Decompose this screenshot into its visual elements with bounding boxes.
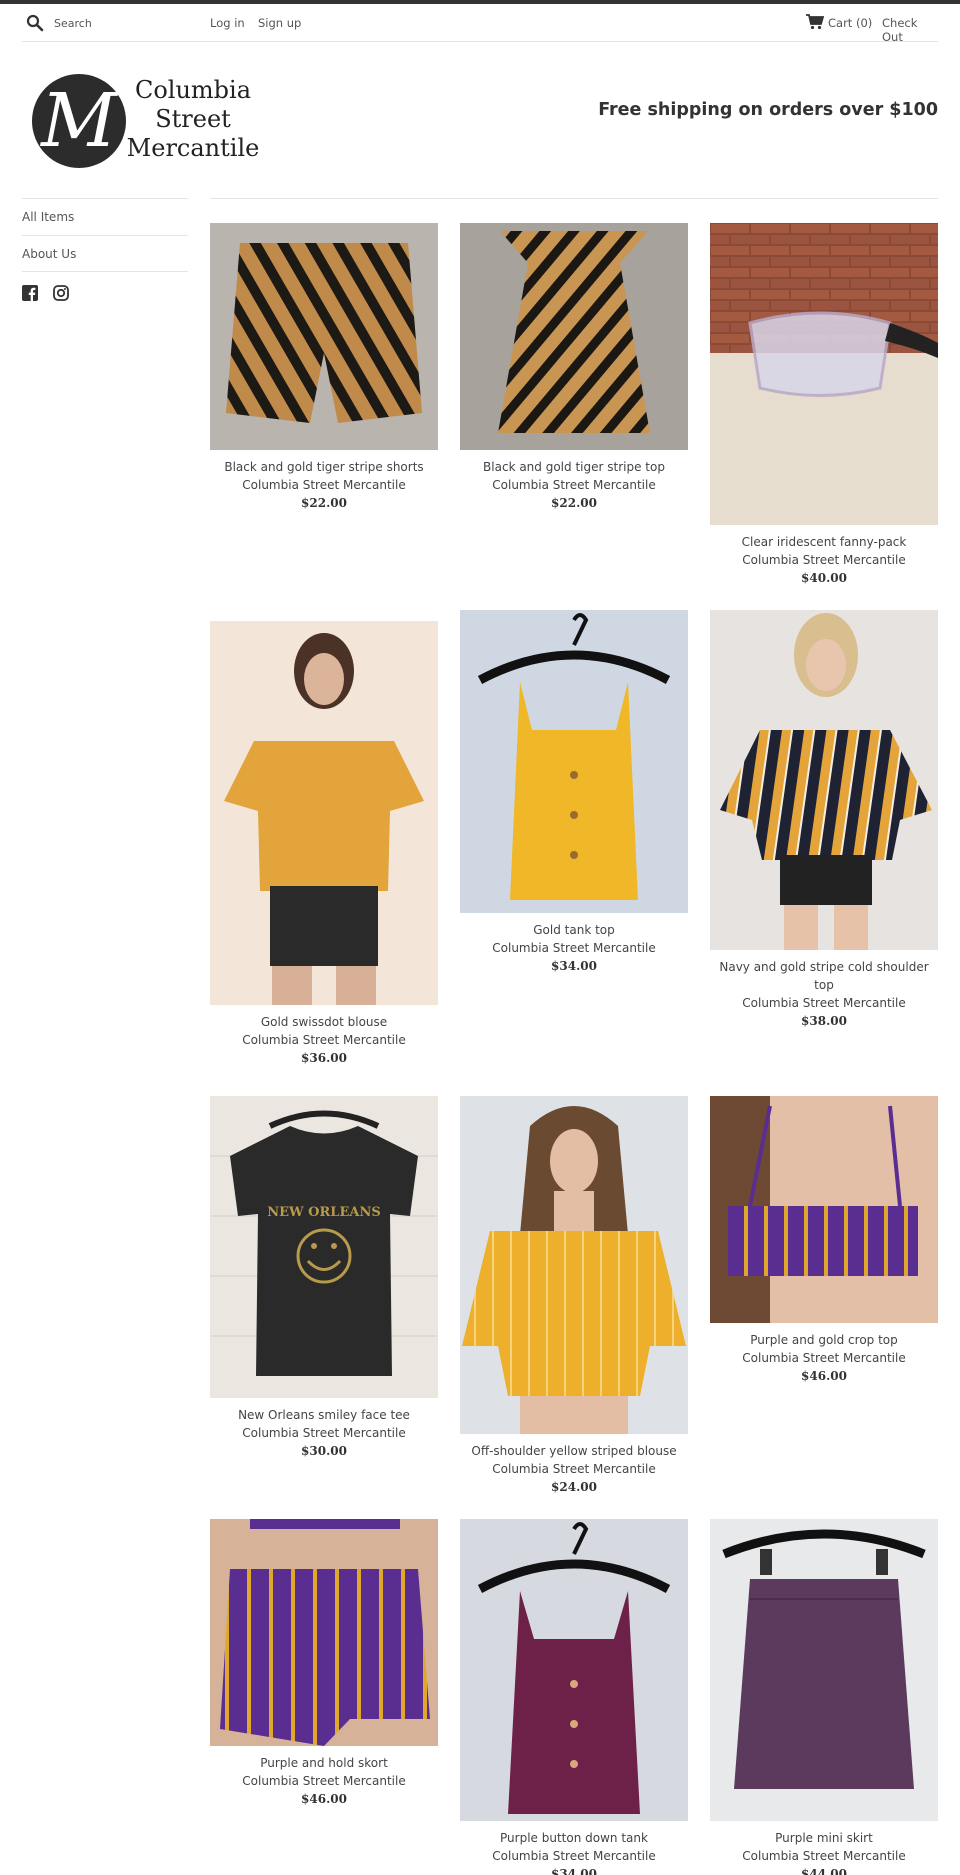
product-price: $22.00 (551, 496, 597, 510)
product-price: $22.00 (301, 496, 347, 510)
product-title[interactable]: Gold swissdot blouse (210, 1013, 438, 1031)
cart-icon[interactable] (806, 14, 824, 30)
product-image-swissdot-blouse[interactable] (210, 621, 438, 1005)
product-image-purple-button-tank[interactable] (460, 1519, 688, 1821)
product-vendor: Columbia Street Mercantile (742, 553, 906, 567)
product-title[interactable]: Black and gold tiger stripe shorts (210, 458, 438, 476)
product-price: $46.00 (801, 1369, 847, 1383)
product-price: $30.00 (301, 1444, 347, 1458)
product-card[interactable]: Black and gold tiger stripe shorts Colum… (210, 223, 438, 512)
product-vendor: Columbia Street Mercantile (492, 1849, 656, 1863)
product-card[interactable]: Off-shoulder yellow striped blouse Colum… (460, 1096, 688, 1496)
content-divider (210, 198, 938, 199)
product-card[interactable]: Clear iridescent fanny-pack Columbia Str… (710, 223, 938, 587)
product-card[interactable]: Purple and hold skort Columbia Street Me… (210, 1519, 438, 1808)
product-price: $34.00 (551, 959, 597, 973)
logo-line-2: Street (155, 105, 231, 133)
product-vendor: Columbia Street Mercantile (242, 1033, 406, 1047)
product-price: $46.00 (301, 1792, 347, 1806)
product-title[interactable]: Purple button down tank (460, 1829, 688, 1847)
free-shipping-banner: Free shipping on orders over $100 (598, 100, 938, 120)
product-title[interactable]: Navy and gold stripe cold shoulder top (710, 958, 938, 994)
product-vendor: Columbia Street Mercantile (242, 478, 406, 492)
product-vendor: Columbia Street Mercantile (742, 996, 906, 1010)
product-price: $36.00 (301, 1051, 347, 1065)
social-links (22, 285, 188, 303)
product-price: $40.00 (801, 571, 847, 585)
logo-wordmark: Columbia Street Mercantile (124, 76, 262, 163)
search-icon[interactable] (26, 14, 44, 32)
instagram-icon[interactable] (53, 285, 69, 301)
product-image-new-orleans-tee[interactable]: NEW ORLEANS (210, 1096, 438, 1398)
product-image-off-shoulder-blouse[interactable] (460, 1096, 688, 1434)
product-price: $24.00 (551, 1480, 597, 1494)
product-image-purple-gold-crop[interactable] (710, 1096, 938, 1323)
product-image-tiger-top[interactable] (460, 223, 688, 450)
checkout-link[interactable]: Check Out (882, 16, 938, 44)
logo-emblem: M (32, 74, 126, 168)
product-price: $44.00 (801, 1867, 847, 1875)
store-logo[interactable]: M Columbia Street Mercantile (32, 72, 262, 172)
product-image-fanny-pack[interactable] (710, 223, 938, 525)
product-image-purple-mini-skirt[interactable] (710, 1519, 938, 1821)
product-card[interactable]: Gold tank top Columbia Street Mercantile… (460, 610, 688, 975)
product-title[interactable]: Purple and hold skort (210, 1754, 438, 1772)
product-price: $38.00 (801, 1014, 847, 1028)
product-title[interactable]: Purple mini skirt (710, 1829, 938, 1847)
search-input[interactable] (54, 12, 204, 34)
product-card[interactable]: Purple button down tank Columbia Street … (460, 1519, 688, 1875)
product-title[interactable]: Black and gold tiger stripe top (460, 458, 688, 476)
logo-line-1: Columbia (134, 76, 252, 104)
sidebar-item-about-us[interactable]: About Us (22, 235, 188, 272)
product-card[interactable]: NEW ORLEANS New Orleans smiley face tee … (210, 1096, 438, 1460)
top-bar: Log in Sign up Cart (0) Check Out (22, 4, 938, 44)
cart-link[interactable]: Cart (0) (828, 16, 872, 30)
facebook-icon[interactable] (22, 285, 38, 301)
product-vendor: Columbia Street Mercantile (492, 478, 656, 492)
product-title[interactable]: New Orleans smiley face tee (210, 1406, 438, 1424)
logo-initial: M (41, 78, 117, 164)
login-link[interactable]: Log in (210, 16, 245, 30)
product-image-gold-tank[interactable] (460, 610, 688, 913)
product-title[interactable]: Off-shoulder yellow striped blouse (460, 1442, 688, 1460)
tee-print-text: NEW ORLEANS (267, 1205, 380, 1220)
product-title[interactable]: Clear iridescent fanny-pack (710, 533, 938, 551)
product-vendor: Columbia Street Mercantile (742, 1849, 906, 1863)
product-vendor: Columbia Street Mercantile (492, 1462, 656, 1476)
product-image-purple-skort[interactable] (210, 1519, 438, 1746)
product-vendor: Columbia Street Mercantile (492, 941, 656, 955)
signup-link[interactable]: Sign up (258, 16, 301, 30)
product-card[interactable]: Purple mini skirt Columbia Street Mercan… (710, 1519, 938, 1875)
product-price: $34.00 (551, 1867, 597, 1875)
product-image-tiger-shorts[interactable] (210, 223, 438, 450)
sidebar-item-all-items[interactable]: All Items (22, 198, 188, 235)
product-title[interactable]: Purple and gold crop top (710, 1331, 938, 1349)
product-image-navy-gold-stripe-top[interactable] (710, 610, 938, 950)
product-vendor: Columbia Street Mercantile (742, 1351, 906, 1365)
product-card[interactable]: Gold swissdot blouse Columbia Street Mer… (210, 621, 438, 1067)
product-card[interactable]: Navy and gold stripe cold shoulder top C… (710, 610, 938, 1030)
logo-line-3: Mercantile (126, 134, 260, 162)
sidebar: All Items About Us (22, 198, 188, 303)
product-card[interactable]: Black and gold tiger stripe top Columbia… (460, 223, 688, 512)
product-card[interactable]: Purple and gold crop top Columbia Street… (710, 1096, 938, 1385)
product-vendor: Columbia Street Mercantile (242, 1426, 406, 1440)
product-title[interactable]: Gold tank top (460, 921, 688, 939)
product-vendor: Columbia Street Mercantile (242, 1774, 406, 1788)
